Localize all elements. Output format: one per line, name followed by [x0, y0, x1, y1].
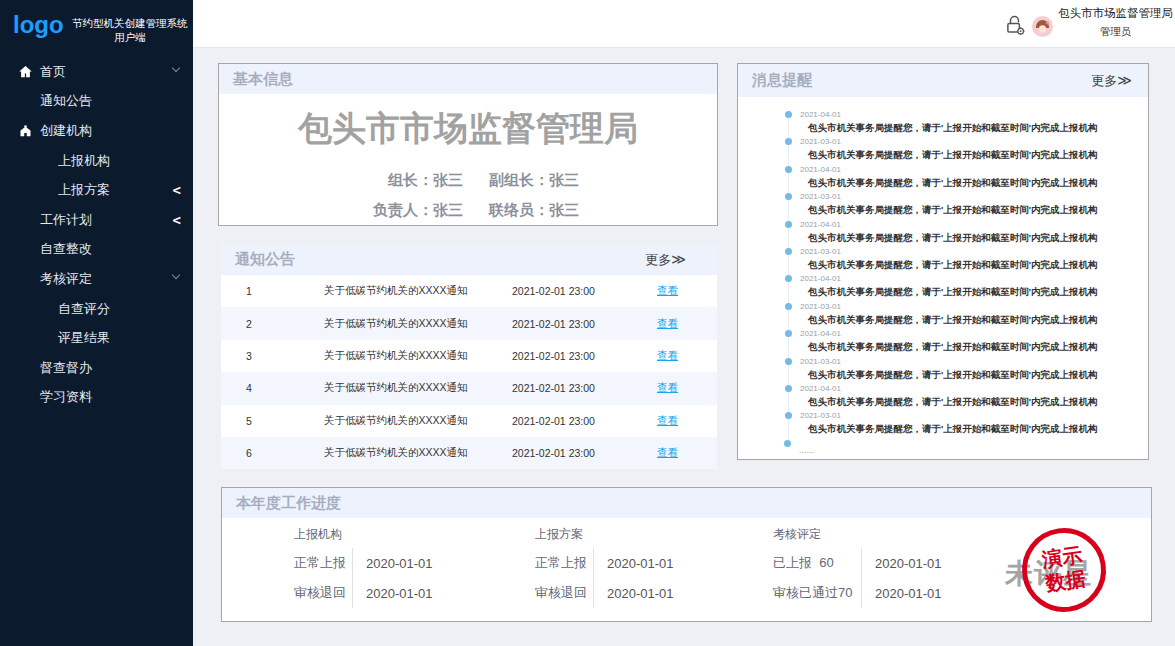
progress-col-report-org: 上报机构 正常上报2020-01-01 审核退回2020-01-01	[294, 526, 433, 608]
topbar: 包头市市场监督管理局 管理员	[193, 0, 1175, 48]
message-item: 2021-04-01 包头市机关事务局提醒您，请于'上报开始和截至时间'内完成上…	[788, 110, 1148, 137]
message-item: 2021-03-01 包头市机关事务局提醒您，请于'上报开始和截至时间'内完成上…	[788, 137, 1148, 164]
notice-row: 2 关于低碳节约机关的XXXX通知 2021-02-01 23:00 查看	[221, 307, 717, 339]
message-item: 2021-03-01 包头市机关事务局提醒您，请于'上报开始和截至时间'内完成上…	[788, 302, 1148, 329]
progress-col-assessment: 考核评定 已上报 602020-01-01 审核已通过702020-01-01	[773, 526, 942, 608]
notice-row: 5 关于低碳节约机关的XXXX通知 2021-02-01 23:00 查看	[221, 405, 717, 437]
home-icon	[18, 64, 33, 79]
notice-row: 3 关于低碳节约机关的XXXX通知 2021-02-01 23:00 查看	[221, 340, 717, 372]
progress-col-report-plan: 上报方案 正常上报2020-01-01 审核退回2020-01-01	[535, 526, 674, 608]
notices-list: 1 关于低碳节约机关的XXXX通知 2021-02-01 23:00 查看 2 …	[221, 275, 717, 469]
chevron-down-icon	[172, 271, 180, 279]
demo-data-stamp: 演示 数据	[1017, 523, 1112, 618]
sidebar-item-home[interactable]: 首页	[0, 57, 193, 87]
sidebar-nav: 首页 通知公告 创建机构 上报机构 上报方案< 工作计划< 自查整改 考核评定 …	[0, 57, 193, 412]
progress-header: 本年度工作进度	[222, 488, 1151, 518]
org-name-title: 包头市市场监督管理局	[219, 106, 717, 152]
basic-info-panel: 基本信息 包头市市场监督管理局 组长：张三 副组长：张三 负责人：张三 联络员：…	[218, 63, 718, 226]
sidebar-item-work-plan[interactable]: 工作计划<	[0, 205, 193, 235]
sidebar-item-self-check[interactable]: 自查整改	[0, 235, 193, 265]
progress-panel: 本年度工作进度 上报机构 正常上报2020-01-01 审核退回2020-01-…	[221, 487, 1152, 622]
logo: logo	[13, 14, 64, 36]
sidebar-item-report-org[interactable]: 上报机构	[0, 146, 193, 176]
sidebar-item-star-result[interactable]: 评星结果	[0, 323, 193, 353]
messages-panel: 消息提醒 更多≫ 2021-04-01 包头市机关事务局提醒您，请于'上报开始和…	[737, 63, 1149, 460]
chevron-left-icon: <	[173, 182, 181, 198]
view-link[interactable]: 查看	[657, 349, 678, 361]
sidebar-item-supervision[interactable]: 督查督办	[0, 353, 193, 383]
notice-row: 4 关于低碳节约机关的XXXX通知 2021-02-01 23:00 查看	[221, 372, 717, 404]
message-item: 2021-03-01 包头市机关事务局提醒您，请于'上报开始和截至时间'内完成上…	[788, 247, 1148, 274]
user-role: 管理员	[1058, 25, 1173, 39]
message-item: 2021-04-01 包头市机关事务局提醒您，请于'上报开始和截至时间'内完成上…	[788, 384, 1148, 411]
message-item: 2021-03-01 包头市机关事务局提醒您，请于'上报开始和截至时间'内完成上…	[788, 357, 1148, 384]
view-link[interactable]: 查看	[657, 446, 678, 458]
message-item: 2021-04-01 包头市机关事务局提醒您，请于'上报开始和截至时间'内完成上…	[788, 329, 1148, 356]
message-item: 2021-03-01 包头市机关事务局提醒您，请于'上报开始和截至时间'内完成上…	[788, 192, 1148, 219]
notices-more-link[interactable]: 更多≫	[645, 251, 686, 269]
view-link[interactable]: 查看	[657, 381, 678, 393]
message-item: 2021-04-01 包头市机关事务局提醒您，请于'上报开始和截至时间'内完成上…	[788, 165, 1148, 192]
sidebar-item-self-score[interactable]: 自查评分	[0, 294, 193, 324]
system-title: 节约型机关创建管理系统 用户端	[71, 16, 189, 44]
view-link[interactable]: 查看	[657, 284, 678, 296]
sidebar-item-assessment[interactable]: 考核评定	[0, 264, 193, 294]
message-item: 2021-04-01 包头市机关事务局提醒您，请于'上报开始和截至时间'内完成上…	[788, 274, 1148, 301]
messages-header: 消息提醒 更多≫	[738, 64, 1148, 97]
user-org: 包头市市场监督管理局	[1058, 6, 1173, 21]
timeline-ellipsis: ......	[788, 439, 1148, 453]
sidebar-item-notices[interactable]: 通知公告	[0, 87, 193, 117]
building-icon	[18, 123, 33, 138]
notices-header: 通知公告 更多≫	[221, 244, 717, 275]
chevron-left-icon: <	[173, 212, 181, 228]
basic-info-header: 基本信息	[219, 64, 717, 94]
sidebar-item-study[interactable]: 学习资料	[0, 383, 193, 413]
message-item: 2021-03-01 包头市机关事务局提醒您，请于'上报开始和截至时间'内完成上…	[788, 411, 1148, 438]
logo-area: logo 节约型机关创建管理系统 用户端	[0, 0, 193, 44]
message-item: 2021-04-01 包头市机关事务局提醒您，请于'上报开始和截至时间'内完成上…	[788, 220, 1148, 247]
message-timeline: 2021-04-01 包头市机关事务局提醒您，请于'上报开始和截至时间'内完成上…	[788, 110, 1148, 439]
notices-panel: 通知公告 更多≫ 1 关于低碳节约机关的XXXX通知 2021-02-01 23…	[221, 244, 717, 469]
user-info: 包头市市场监督管理局 管理员	[1058, 6, 1173, 39]
lock-settings-icon[interactable]	[1003, 13, 1026, 36]
sidebar-item-report-plan[interactable]: 上报方案<	[0, 175, 193, 205]
notice-row: 1 关于低碳节约机关的XXXX通知 2021-02-01 23:00 查看	[221, 275, 717, 307]
avatar[interactable]	[1032, 16, 1053, 37]
chevron-down-icon	[172, 64, 180, 72]
sidebar-item-create-org[interactable]: 创建机构	[0, 116, 193, 146]
main-content: 基本信息 包头市市场监督管理局 组长：张三 副组长：张三 负责人：张三 联络员：…	[193, 48, 1175, 646]
sidebar: logo 节约型机关创建管理系统 用户端 首页 通知公告 创建机构 上报机构 上…	[0, 0, 193, 646]
view-link[interactable]: 查看	[657, 317, 678, 329]
notice-row: 6 关于低碳节约机关的XXXX通知 2021-02-01 23:00 查看	[221, 437, 717, 469]
basic-info-fields: 组长：张三 副组长：张三 负责人：张三 联络员：张三	[219, 171, 717, 220]
messages-more-link[interactable]: 更多≫	[1091, 72, 1132, 90]
view-link[interactable]: 查看	[657, 414, 678, 426]
